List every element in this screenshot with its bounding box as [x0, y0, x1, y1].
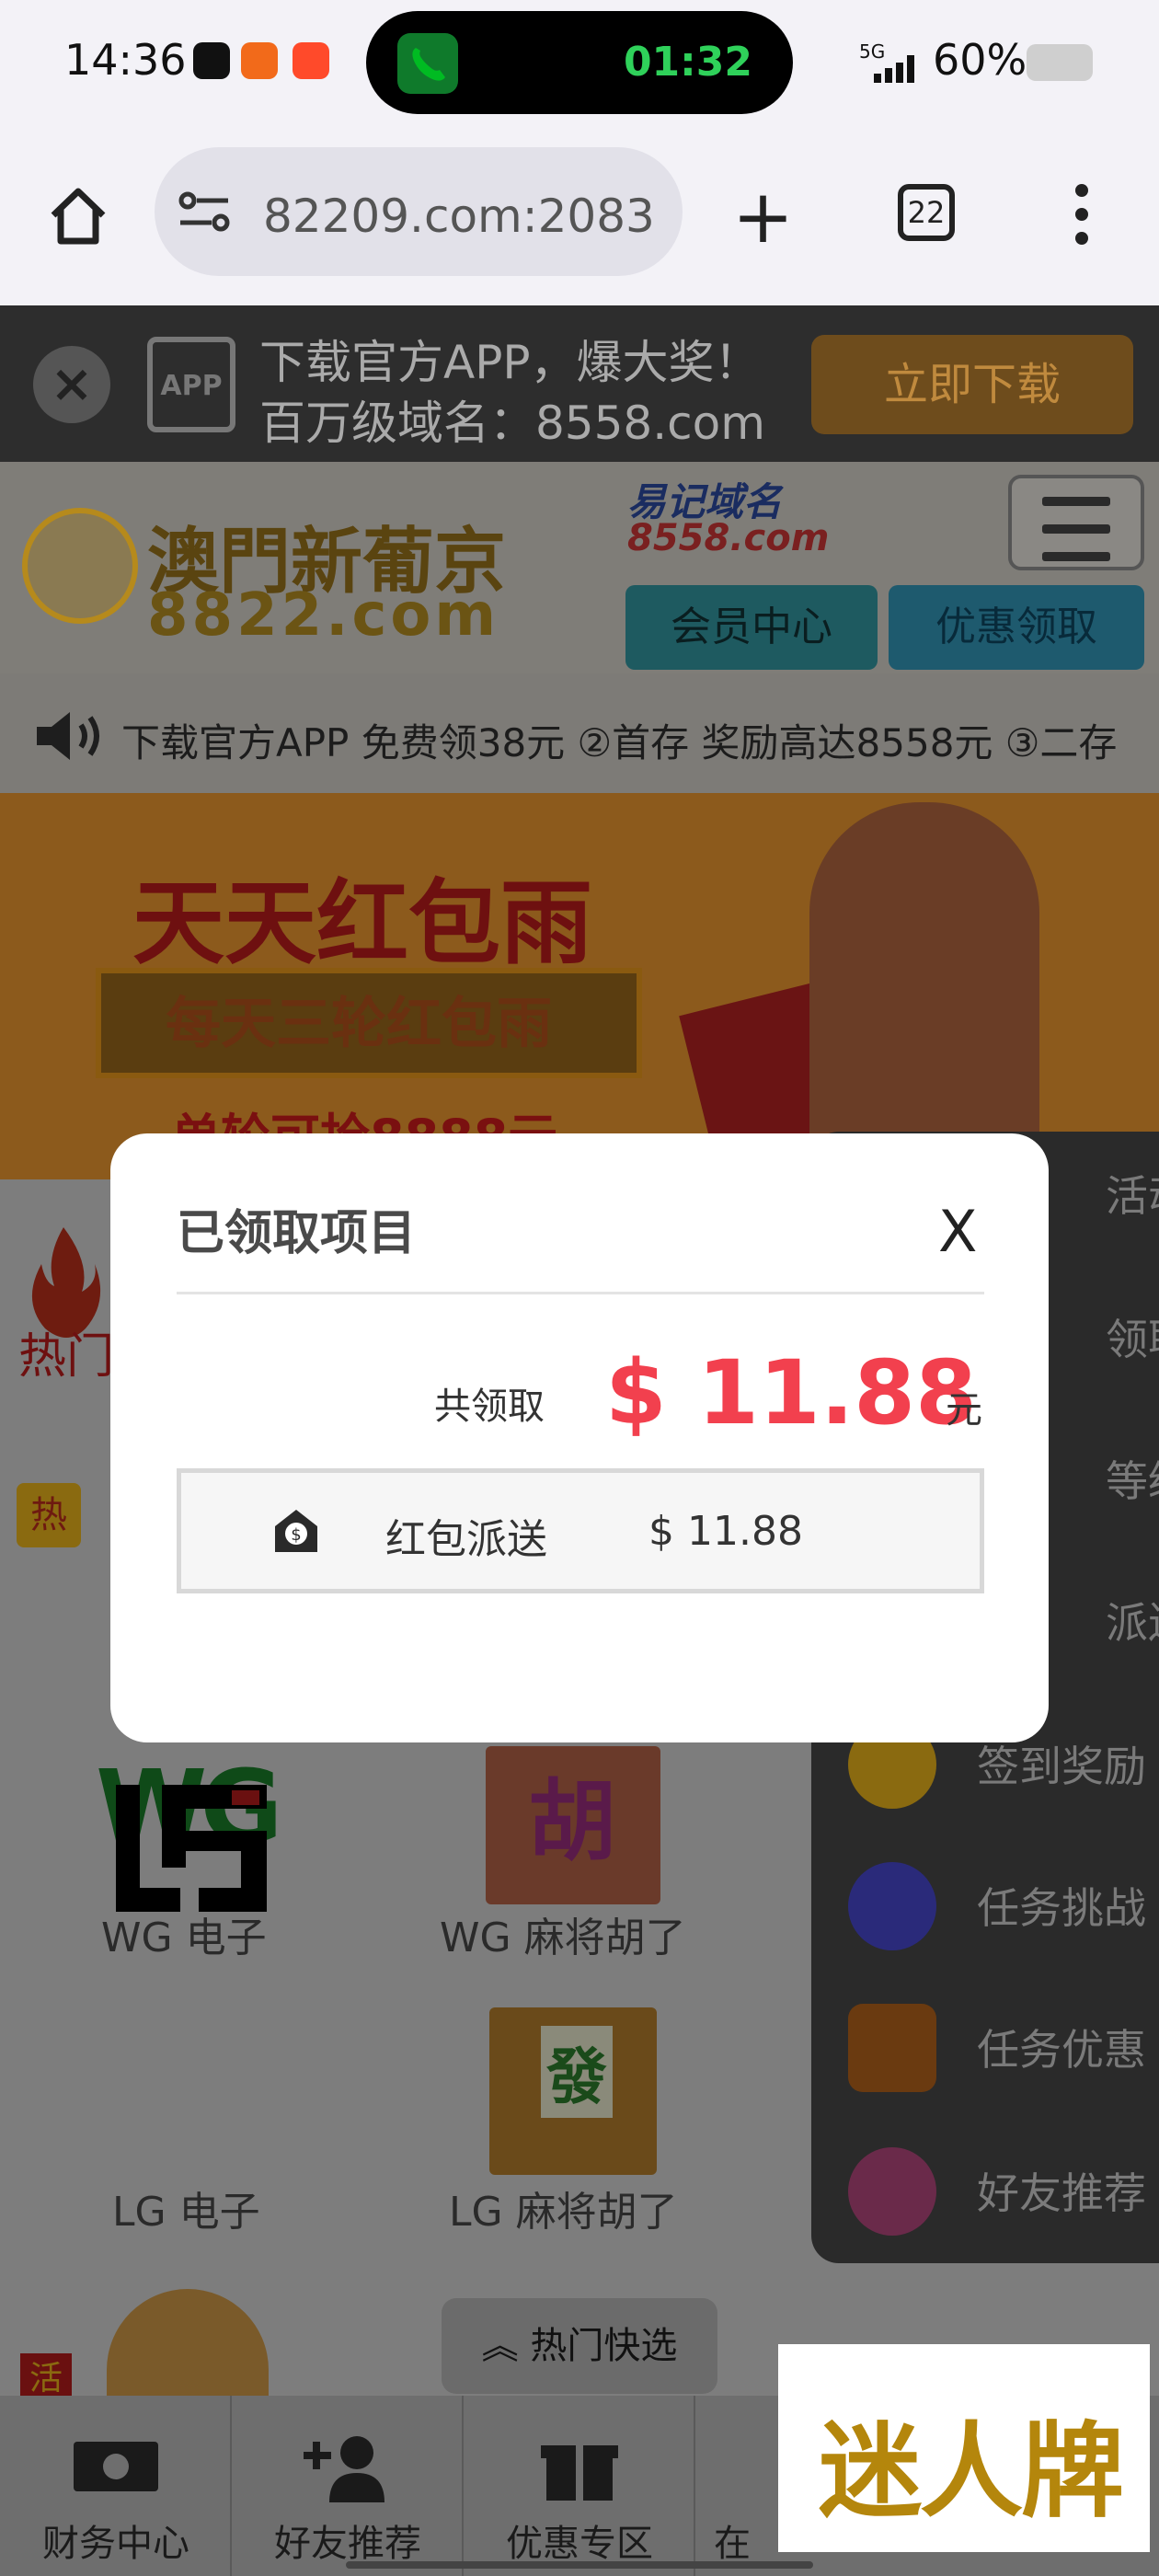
red-envelope-icon: $	[275, 1510, 317, 1552]
side-item-label: 好友推荐	[977, 2168, 1146, 2218]
claimed-items-dialog: 已领取项目 X 共领取 $ 11.88 元 $ 红包派送 $ 11.88	[110, 1133, 1049, 1742]
download-now-button[interactable]: 立即下载	[811, 335, 1133, 434]
side-item-label: 任务挑战	[977, 1883, 1146, 1933]
site-header: 澳門新葡京 8822.com 易记域名 8558.com 会员中心 优惠领取	[0, 462, 1159, 673]
nav-label: 在	[714, 2523, 751, 2565]
announcement-marquee: 下载官方APP 免费领38元 ②首存 奖励高达8558元 ③二存	[0, 673, 1159, 793]
new-tab-button[interactable]: +	[732, 180, 794, 254]
total-claimed-amount: $ 11.88	[605, 1341, 977, 1444]
banner-subtitle: 每天三轮红包雨	[166, 992, 552, 1056]
promo-claim-button[interactable]: 优惠领取	[889, 585, 1144, 670]
status-time: 14:36	[64, 35, 187, 85]
promo-banner[interactable]: 天天红包雨 每天三轮红包雨 单轮可抢8888元	[0, 793, 1159, 1179]
side-item-label: 任务优惠	[977, 2025, 1146, 2075]
dialog-close-button[interactable]: X	[938, 1198, 977, 1265]
signal-icon	[874, 55, 914, 83]
lg-mahjong-thumbnail[interactable]: 發	[489, 2007, 657, 2175]
dialog-title: 已领取项目	[177, 1206, 417, 1261]
marquee-text[interactable]: 下载官方APP 免费领38元 ②首存 奖励高达8558元 ③二存	[121, 712, 1117, 768]
app-icon: APP	[147, 337, 235, 432]
download-app-bar: × APP 下载官方APP，爆大奖！ 百万级域名：8558.com 立即下载	[0, 305, 1159, 462]
side-item-friend-referral[interactable]: 好友推荐	[830, 2138, 1159, 2241]
home-icon[interactable]	[46, 184, 110, 248]
browser-toolbar: 82209.com:2083 + 22	[0, 129, 1159, 305]
side-item-label: 等级	[1106, 1456, 1159, 1506]
phone-icon	[397, 33, 458, 94]
banner-title: 天天红包雨	[132, 869, 592, 977]
address-bar[interactable]: 82209.com:2083	[155, 147, 683, 276]
side-item-label: 派送	[1106, 1598, 1159, 1648]
task-promo-icon	[848, 2004, 936, 2092]
nav-finance-center[interactable]: 财务中心	[0, 2396, 232, 2576]
member-center-button[interactable]: 会员中心	[625, 585, 878, 670]
status-bar: 14:36 01:32 5G 60%	[0, 0, 1159, 129]
hot-badge: 热	[17, 1483, 81, 1547]
taobao-app-icon	[241, 42, 278, 79]
total-claimed-label: 共领取	[434, 1386, 545, 1428]
grid-icon	[848, 1862, 936, 1950]
mahjong-glyph: 胡	[528, 1770, 616, 1873]
add-friend-icon	[304, 2436, 384, 2502]
nav-friend-referral[interactable]: 好友推荐	[232, 2396, 464, 2576]
claimed-item-label: 红包派送	[385, 1516, 547, 1563]
cash-icon	[74, 2442, 158, 2491]
nav-promo-zone[interactable]: 优惠专区	[464, 2396, 695, 2576]
side-item-label: 领取	[1106, 1315, 1159, 1364]
logo-domain[interactable]: 8822.com	[147, 581, 499, 650]
nav-label: 优惠专区	[506, 2523, 653, 2565]
svg-text:$: $	[291, 1525, 301, 1545]
logo-emblem-icon	[22, 508, 138, 624]
claimed-item-row: $ 红包派送 $ 11.88	[177, 1468, 984, 1593]
nav-label: 财务中心	[42, 2523, 189, 2565]
close-icon[interactable]: ×	[33, 346, 110, 423]
easy-domain-value: 8558.com	[627, 517, 830, 559]
mahjong-tile-glyph: 發	[541, 2026, 613, 2118]
model-image	[809, 802, 1039, 1179]
gift-icon	[541, 2445, 618, 2501]
watermark-logo: 迷人牌	[778, 2344, 1150, 2552]
mahjong-ways-thumbnail[interactable]: 胡	[486, 1746, 660, 1904]
call-indicator[interactable]: 01:32	[366, 11, 793, 114]
url-text[interactable]: 82209.com:2083	[263, 190, 655, 243]
side-item-task-promo[interactable]: 任务优惠	[830, 1995, 1159, 2098]
chevron-up-icon: ︽	[481, 2325, 531, 2367]
battery-percent: 60%	[933, 35, 1027, 85]
download-domain: 百万级域名：8558.com	[259, 397, 765, 450]
kuaishou-app-icon	[293, 42, 329, 79]
nav-label: 好友推荐	[274, 2523, 421, 2565]
battery-icon	[1027, 44, 1093, 81]
game-label-lg-slots[interactable]: LG 电子	[112, 2179, 260, 2237]
music-app-icon	[193, 42, 230, 79]
quick-select-label: 热门快选	[530, 2325, 678, 2367]
hot-section-label[interactable]: 热门	[18, 1317, 114, 1386]
site-settings-icon[interactable]	[178, 191, 230, 232]
hot-quick-select-button[interactable]: ︽ 热门快选	[442, 2298, 717, 2394]
watermark-text: 迷人牌	[819, 2411, 1124, 2532]
dialog-divider	[177, 1292, 984, 1294]
claimed-item-amount: $ 11.88	[648, 1508, 803, 1555]
call-timer: 01:32	[623, 39, 752, 86]
game-label-lg-mahjong[interactable]: LG 麻将胡了	[449, 2179, 678, 2237]
speaker-icon	[37, 712, 99, 760]
tab-switcher-button[interactable]: 22	[898, 184, 955, 241]
hamburger-menu-icon[interactable]	[1008, 475, 1144, 570]
game-label-wg-mahjong[interactable]: WG 麻将胡了	[440, 1904, 686, 1963]
friends-icon	[848, 2147, 936, 2236]
currency-unit: 元	[946, 1389, 982, 1432]
side-item-label: 活动	[1106, 1171, 1159, 1221]
more-menu-icon[interactable]	[1073, 184, 1091, 248]
side-item-task-challenge[interactable]: 任务挑战	[830, 1853, 1159, 1956]
gesture-home-bar[interactable]	[346, 2561, 813, 2569]
download-headline: 下载官方APP，爆大奖！	[259, 336, 761, 389]
lg-logo[interactable]	[116, 1785, 267, 1936]
